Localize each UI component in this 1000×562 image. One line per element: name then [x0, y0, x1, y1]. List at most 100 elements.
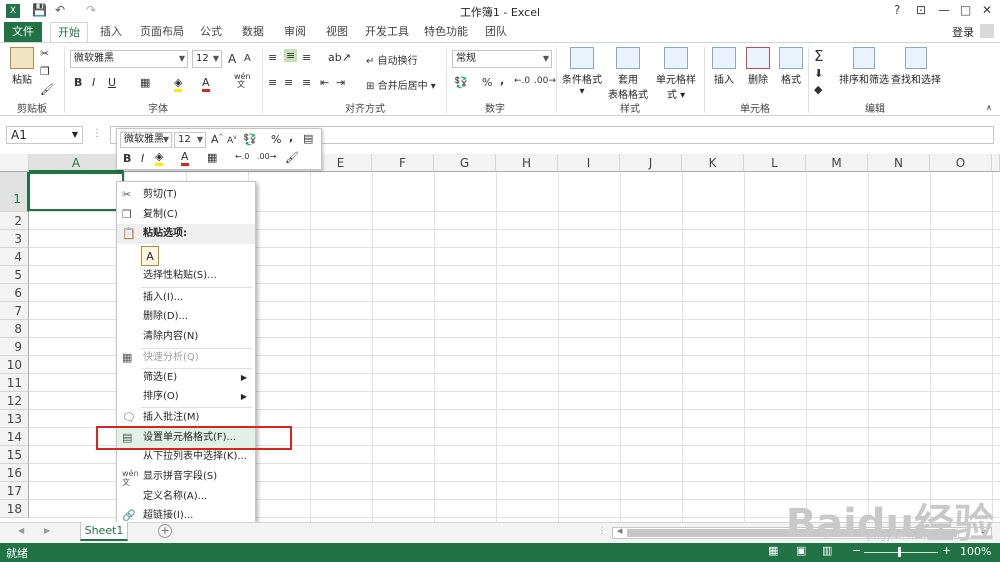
mini-size-combo[interactable]: 12 ▼: [174, 132, 206, 148]
table-icon[interactable]: ▤: [303, 132, 313, 145]
add-sheet-icon[interactable]: +: [158, 524, 172, 538]
menu-item-copy[interactable]: ❐ 复制(C): [117, 205, 255, 225]
font-name-combo[interactable]: 微软雅黑 ▼: [70, 50, 188, 68]
align-right-icon[interactable]: ≡: [302, 76, 311, 89]
tab-insert[interactable]: 插入: [92, 22, 130, 42]
align-bottom-icon[interactable]: ≡: [302, 51, 311, 64]
increase-decimal-icon[interactable]: ←.0: [514, 76, 530, 86]
row-header[interactable]: 17: [0, 482, 29, 500]
column-header[interactable]: A: [29, 154, 124, 172]
row-header[interactable]: 8: [0, 320, 29, 338]
increase-indent-icon[interactable]: ⇥: [336, 76, 345, 89]
tab-home[interactable]: 开始: [50, 22, 88, 43]
sort-filter-button[interactable]: 排序和筛选: [838, 47, 890, 86]
bold-button[interactable]: B: [123, 152, 131, 165]
select-all-corner[interactable]: [0, 154, 29, 172]
align-top-icon[interactable]: ≡: [268, 51, 277, 64]
name-box[interactable]: A1 ▼: [6, 126, 83, 144]
grow-font-icon[interactable]: A: [228, 52, 236, 66]
row-header[interactable]: 15: [0, 446, 29, 464]
tab-special[interactable]: 特色功能: [420, 22, 472, 42]
align-left-icon[interactable]: ≡: [268, 76, 277, 89]
hscroll-divider[interactable]: ⋮: [598, 526, 606, 535]
row-header[interactable]: 16: [0, 464, 29, 482]
border-icon[interactable]: ▦: [140, 76, 150, 89]
menu-item-insert[interactable]: 插入(I)...: [117, 288, 255, 308]
font-size-combo[interactable]: 12 ▼: [192, 50, 222, 68]
font-color-icon[interactable]: A: [202, 76, 210, 92]
paste-button[interactable]: 粘贴: [8, 47, 36, 86]
column-header[interactable]: G: [434, 154, 496, 172]
tab-developer[interactable]: 开发工具: [362, 22, 412, 42]
menu-item-pick-from-list[interactable]: 从下拉列表中选择(K)...: [117, 447, 255, 467]
column-header[interactable]: [992, 154, 1000, 172]
row-header[interactable]: 13: [0, 410, 29, 428]
conditional-format-button[interactable]: 条件格式 ▾: [560, 47, 604, 97]
menu-item-filter[interactable]: 筛选(E) ▶: [117, 368, 255, 388]
cell-styles-button[interactable]: 单元格样式 ▾: [652, 47, 700, 101]
row-header[interactable]: 3: [0, 230, 29, 248]
insert-cells-button[interactable]: 插入: [708, 47, 740, 86]
delete-cells-button[interactable]: 删除: [742, 47, 774, 86]
percent-button[interactable]: %: [271, 133, 281, 146]
next-sheet-icon[interactable]: ▶: [44, 526, 50, 535]
decrease-decimal-icon[interactable]: .00→: [257, 152, 276, 161]
fill-color-icon[interactable]: ◈: [174, 76, 183, 92]
normal-view-icon[interactable]: ▦: [768, 544, 778, 557]
tab-team[interactable]: 团队: [478, 22, 514, 42]
menu-item-cut[interactable]: ✂ 剪切(T): [117, 185, 255, 205]
column-header[interactable]: M: [806, 154, 868, 172]
menu-item-define-name[interactable]: 定义名称(A)...: [117, 487, 255, 507]
column-header[interactable]: L: [744, 154, 806, 172]
tab-file[interactable]: 文件: [4, 22, 42, 42]
menu-item-paste-special[interactable]: 选择性粘贴(S)...: [117, 266, 255, 286]
row-header[interactable]: 11: [0, 374, 29, 392]
fill-icon[interactable]: ⬇: [814, 67, 823, 80]
row-header[interactable]: 10: [0, 356, 29, 374]
column-header[interactable]: K: [682, 154, 744, 172]
help-button[interactable]: ?: [894, 3, 900, 17]
percent-button[interactable]: %: [482, 76, 492, 89]
orientation-icon[interactable]: ab↗: [328, 51, 351, 64]
minimize-button[interactable]: —: [938, 3, 950, 17]
column-header[interactable]: H: [496, 154, 558, 172]
italic-button[interactable]: I: [92, 76, 95, 89]
collapse-ribbon-icon[interactable]: ∧: [986, 103, 992, 112]
row-header[interactable]: 12: [0, 392, 29, 410]
menu-item-phonetic[interactable]: wén 文显示拼音字段(S): [117, 467, 255, 487]
close-button[interactable]: ✕: [982, 3, 992, 17]
decrease-decimal-icon[interactable]: .00→: [534, 76, 556, 86]
column-header[interactable]: O: [930, 154, 992, 172]
bold-button[interactable]: B: [74, 76, 82, 89]
tab-view[interactable]: 视图: [318, 22, 356, 42]
font-color-icon[interactable]: A: [181, 150, 189, 166]
format-as-table-button[interactable]: 套用 表格格式: [606, 47, 650, 101]
number-format-combo[interactable]: 常规 ▼: [452, 50, 552, 68]
currency-icon[interactable]: 💱: [454, 76, 468, 89]
align-center-icon[interactable]: ≡: [284, 76, 293, 89]
format-painter-icon[interactable]: 🖌: [40, 83, 54, 96]
shrink-font-icon[interactable]: A: [244, 53, 251, 64]
row-header[interactable]: 5: [0, 266, 29, 284]
grow-font-icon[interactable]: A^: [211, 133, 224, 146]
account-icon[interactable]: [980, 24, 994, 38]
format-painter-icon[interactable]: 🖌: [285, 151, 299, 164]
column-header[interactable]: N: [868, 154, 930, 172]
comma-button[interactable]: ,: [289, 131, 293, 144]
column-header[interactable]: F: [372, 154, 434, 172]
mini-font-combo[interactable]: 微软雅黑 ▼: [120, 132, 172, 148]
column-header[interactable]: I: [558, 154, 620, 172]
currency-icon[interactable]: 💱: [243, 133, 257, 146]
merge-center-button[interactable]: ⊞ 合并后居中 ▾: [366, 77, 436, 92]
wrap-text-button[interactable]: ↵ 自动换行: [366, 52, 418, 67]
tab-data[interactable]: 数据: [234, 22, 272, 42]
menu-item-clear[interactable]: 清除内容(N): [117, 327, 255, 347]
selected-cell-a1[interactable]: [28, 172, 126, 213]
column-header[interactable]: J: [620, 154, 682, 172]
tab-page-layout[interactable]: 页面布局: [136, 22, 188, 42]
zoom-slider-thumb[interactable]: [898, 547, 901, 557]
border-icon[interactable]: ▦: [207, 151, 217, 164]
cut-icon[interactable]: ✂: [40, 47, 49, 60]
row-header[interactable]: 4: [0, 248, 29, 266]
phonetic-icon[interactable]: wén 文: [234, 73, 251, 89]
